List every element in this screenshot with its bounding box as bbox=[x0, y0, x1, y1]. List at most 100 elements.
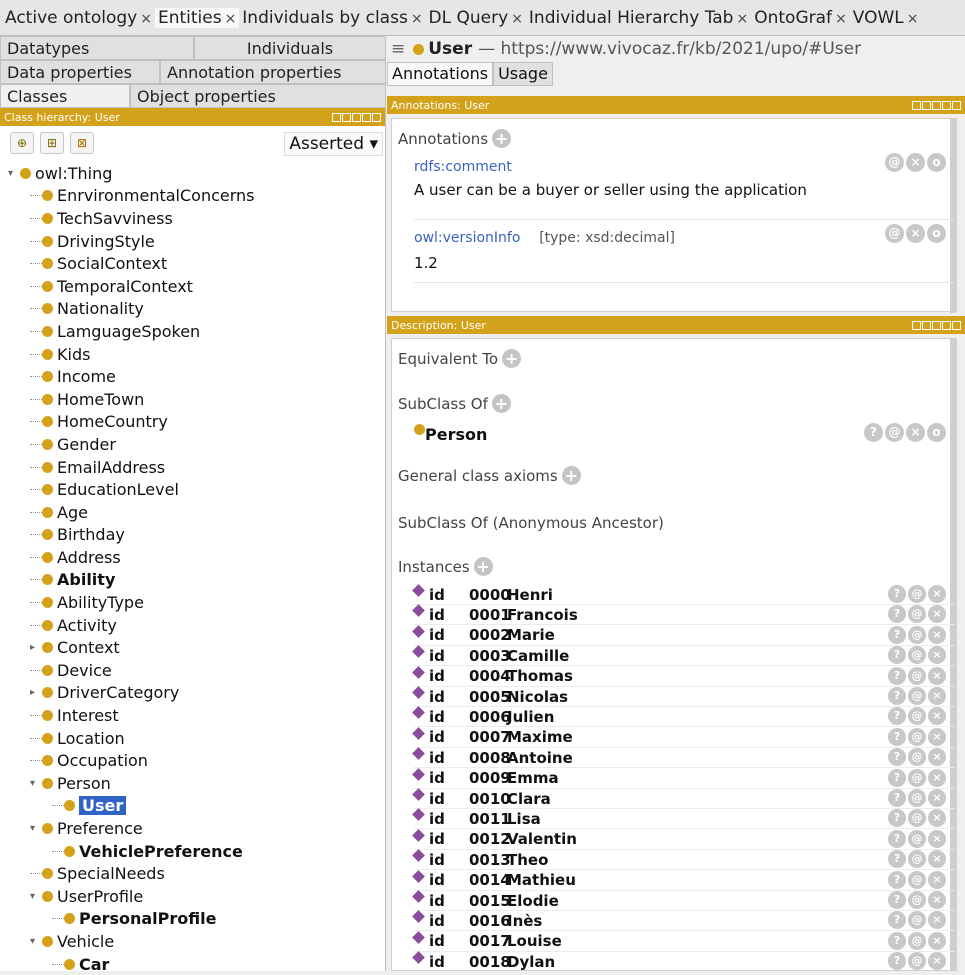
at-icon[interactable]: @ bbox=[908, 687, 926, 705]
help-icon[interactable]: ? bbox=[888, 911, 906, 930]
annotations-scrollbar[interactable] bbox=[950, 119, 956, 313]
add-axiom-button[interactable]: + bbox=[561, 466, 581, 485]
delete-icon[interactable]: × bbox=[928, 625, 946, 644]
tab-dl-query[interactable]: DL Query × bbox=[426, 8, 526, 28]
instance-row[interactable]: id 0017 Louise? @ × bbox=[412, 930, 954, 952]
expand-arrow-icon[interactable]: ▾ bbox=[30, 936, 42, 947]
tree-node[interactable]: LamguageSpoken bbox=[0, 320, 385, 343]
delete-icon[interactable]: × bbox=[928, 911, 946, 930]
tree-node[interactable]: HomeTown bbox=[0, 388, 385, 411]
help-icon[interactable]: ? bbox=[888, 768, 906, 787]
tree-node[interactable]: Occupation bbox=[0, 749, 385, 772]
delete-icon[interactable]: × bbox=[928, 931, 946, 950]
tree-node[interactable]: ▾ UserProfile bbox=[0, 885, 385, 908]
delete-icon[interactable]: × bbox=[928, 809, 946, 828]
at-icon[interactable]: @ bbox=[908, 870, 926, 889]
delete-icon[interactable]: × bbox=[928, 646, 946, 665]
maximize-icon[interactable] bbox=[942, 320, 951, 330]
close-icon[interactable]: × bbox=[411, 11, 423, 27]
tree-node[interactable]: HomeCountry bbox=[0, 411, 385, 434]
delete-icon[interactable]: × bbox=[906, 153, 925, 172]
pin-icon[interactable] bbox=[342, 112, 351, 122]
help-icon[interactable]: ? bbox=[888, 625, 906, 644]
at-icon[interactable]: @ bbox=[908, 748, 926, 767]
annotation-property[interactable]: rdfs:comment bbox=[414, 159, 512, 175]
tree-node[interactable]: TemporalContext bbox=[0, 275, 385, 298]
instance-row[interactable]: id 0004 Thomas? @ × bbox=[412, 665, 954, 687]
tree-node[interactable]: TechSavviness bbox=[0, 207, 385, 230]
instance-row[interactable]: id 0015 Elodie? @ × bbox=[412, 890, 954, 911]
instance-row[interactable]: id 0011 Lisa? @ × bbox=[412, 808, 954, 830]
help-icon[interactable]: ? bbox=[888, 646, 906, 665]
asserted-dropdown[interactable]: Asserted ▾ bbox=[284, 132, 383, 156]
help-icon[interactable]: ? bbox=[888, 727, 906, 746]
add-sibling-button[interactable]: ⊞ bbox=[40, 132, 64, 154]
split-icon[interactable] bbox=[932, 100, 941, 110]
delete-icon[interactable]: × bbox=[928, 707, 946, 726]
tree-node[interactable]: PersonalProfile bbox=[0, 908, 385, 931]
tab-individual-hierarchy[interactable]: Individual Hierarchy Tab × bbox=[526, 8, 751, 28]
add-equivalent-button[interactable]: + bbox=[502, 349, 522, 368]
superclass-name[interactable]: Person bbox=[425, 425, 487, 444]
help-icon[interactable]: ? bbox=[888, 952, 906, 970]
tab-active-ontology[interactable]: Active ontology × bbox=[2, 8, 155, 28]
maximize-icon[interactable] bbox=[942, 100, 951, 110]
tree-node[interactable]: Address bbox=[0, 546, 385, 569]
tree-node[interactable]: Device bbox=[0, 659, 385, 682]
at-icon[interactable]: @ bbox=[908, 952, 926, 970]
at-icon[interactable]: @ bbox=[908, 891, 926, 909]
at-icon[interactable]: @ bbox=[885, 224, 904, 243]
edit-icon[interactable]: o bbox=[927, 423, 946, 442]
tree-node[interactable]: Nationality bbox=[0, 298, 385, 321]
instance-row[interactable]: id 0003 Camille? @ × bbox=[412, 645, 954, 667]
help-icon[interactable]: ? bbox=[888, 666, 906, 685]
help-icon[interactable]: ? bbox=[888, 829, 906, 848]
delete-icon[interactable]: × bbox=[928, 748, 946, 767]
help-icon[interactable] bbox=[912, 100, 921, 110]
annotation-property[interactable]: owl:versionInfo bbox=[414, 230, 520, 246]
collapse-arrow-icon[interactable]: ▸ bbox=[30, 642, 42, 653]
help-icon[interactable]: ? bbox=[888, 707, 906, 726]
pin-icon[interactable] bbox=[922, 320, 931, 330]
at-icon[interactable]: @ bbox=[908, 931, 926, 950]
instance-row[interactable]: id 0018 Dylan? @ × bbox=[412, 951, 954, 970]
add-instance-button[interactable]: + bbox=[473, 557, 493, 576]
close-icon[interactable]: × bbox=[511, 11, 523, 27]
delete-icon[interactable]: × bbox=[928, 829, 946, 848]
subtab-annotation-properties[interactable]: Annotation properties bbox=[160, 60, 386, 84]
delete-class-button[interactable]: ⊠ bbox=[70, 132, 94, 154]
tree-node[interactable]: ▾ Vehicle bbox=[0, 930, 385, 953]
delete-icon[interactable]: × bbox=[906, 224, 925, 243]
at-icon[interactable]: @ bbox=[908, 646, 926, 665]
instance-row[interactable]: id 0009 Emma? @ × bbox=[412, 767, 954, 789]
tree-node[interactable]: EducationLevel bbox=[0, 478, 385, 501]
at-icon[interactable]: @ bbox=[908, 625, 926, 644]
instance-row[interactable]: id 0002 Marie? @ × bbox=[412, 624, 954, 646]
help-icon[interactable] bbox=[332, 112, 341, 122]
tree-node[interactable]: SpecialNeeds bbox=[0, 862, 385, 885]
pin-icon[interactable] bbox=[922, 100, 931, 110]
help-icon[interactable]: ? bbox=[864, 423, 883, 442]
tab-vowl[interactable]: VOWL × bbox=[850, 8, 922, 28]
help-icon[interactable]: ? bbox=[888, 605, 906, 624]
help-icon[interactable] bbox=[912, 320, 921, 330]
tree-node[interactable]: ▾ Preference bbox=[0, 817, 385, 840]
tree-node[interactable]: ▾ Person bbox=[0, 772, 385, 795]
at-icon[interactable]: @ bbox=[908, 809, 926, 828]
delete-icon[interactable]: × bbox=[928, 585, 946, 603]
instance-row[interactable]: id 0012 Valentin? @ × bbox=[412, 828, 954, 850]
expand-arrow-icon[interactable]: ▾ bbox=[8, 168, 20, 179]
tree-node[interactable]: VehiclePreference bbox=[0, 840, 385, 863]
close-view-icon[interactable] bbox=[952, 320, 961, 330]
instance-row[interactable]: id 0013 Theo? @ × bbox=[412, 849, 954, 871]
split-icon[interactable] bbox=[352, 112, 361, 122]
instance-row[interactable]: id 0006 Julien? @ × bbox=[412, 706, 954, 728]
help-icon[interactable]: ? bbox=[888, 585, 906, 603]
help-icon[interactable]: ? bbox=[888, 789, 906, 807]
at-icon[interactable]: @ bbox=[908, 850, 926, 869]
delete-icon[interactable]: × bbox=[928, 789, 946, 807]
tree-node[interactable]: SocialContext bbox=[0, 252, 385, 275]
help-icon[interactable]: ? bbox=[888, 809, 906, 828]
at-icon[interactable]: @ bbox=[908, 727, 926, 746]
tree-node[interactable]: Kids bbox=[0, 343, 385, 366]
